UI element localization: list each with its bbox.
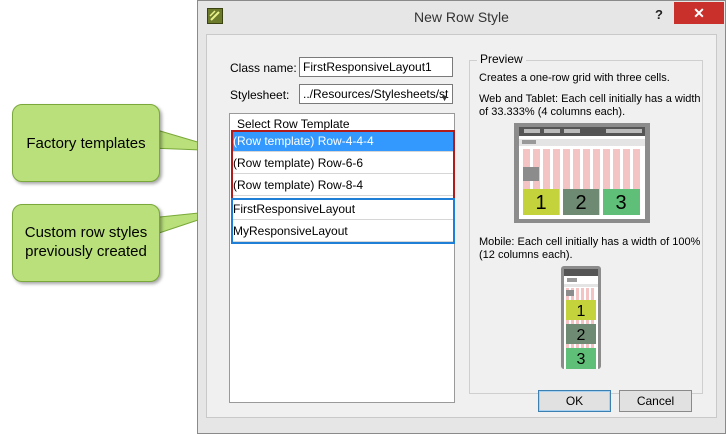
mobile-preview-image: 1 2 3 (561, 266, 601, 369)
factory-templates-text: Factory templates (26, 135, 146, 152)
help-button[interactable]: ? (650, 6, 668, 24)
mobile-description: Mobile: Each cell initially has a width … (479, 236, 701, 261)
cancel-button[interactable]: Cancel (619, 390, 692, 412)
stylesheet-select[interactable]: ../Resources/Stylesheets/st ▼ (299, 84, 453, 104)
factory-templates-callout: Factory templates (12, 104, 160, 182)
mobile-cell-3: 3 (577, 351, 586, 368)
list-header: Select Row Template (237, 117, 350, 131)
class-name-label: Class name: (230, 61, 297, 75)
preview-legend: Preview (477, 52, 526, 66)
dialog-content: Class name: FirstResponsiveLayout1 Style… (206, 34, 717, 418)
custom-row-styles-callout: Custom row styles previously created (12, 204, 160, 282)
dialog-title: New Row Style (414, 9, 509, 25)
tablet-cell-2: 2 (575, 192, 586, 214)
stylesheet-value: ../Resources/Stylesheets/st (303, 87, 449, 101)
web-tablet-description: Web and Tablet: Each cell initially has … (479, 93, 701, 118)
mobile-cell-2: 2 (577, 327, 586, 344)
tablet-cell-1: 1 (535, 192, 546, 214)
chevron-down-icon[interactable]: ▼ (440, 89, 449, 103)
preview-description: Creates a one-row grid with three cells. (479, 72, 670, 84)
close-button[interactable]: ✕ (674, 2, 724, 24)
title-bar[interactable]: New Row Style ? ✕ (198, 1, 725, 33)
custom-row-styles-text: Custom row styles previously created (24, 224, 148, 260)
tablet-cell-3: 3 (615, 192, 626, 214)
factory-templates-highlight (231, 130, 455, 200)
stylesheet-label: Stylesheet: (230, 88, 290, 102)
mobile-cell-1: 1 (577, 303, 586, 320)
new-row-style-dialog: New Row Style ? ✕ Class name: FirstRespo… (197, 0, 726, 434)
ok-button[interactable]: OK (538, 390, 611, 412)
custom-row-styles-highlight (231, 198, 455, 244)
class-name-input[interactable]: FirstResponsiveLayout1 (299, 57, 453, 77)
tablet-preview-image: 1 2 3 (514, 123, 650, 223)
